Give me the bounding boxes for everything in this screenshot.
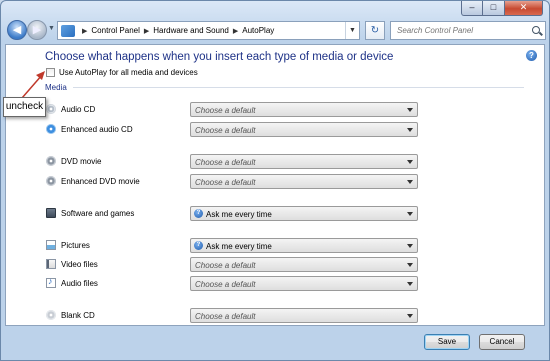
chevron-down-icon xyxy=(407,160,413,164)
cancel-button[interactable]: Cancel xyxy=(479,334,525,350)
question-icon: ? xyxy=(194,209,203,218)
enhanced-audio-cd-dropdown[interactable]: Choose a default xyxy=(190,122,418,137)
media-row-label: Enhanced DVD movie xyxy=(61,177,140,186)
chevron-down-icon xyxy=(407,314,413,318)
dropdown-value: Choose a default xyxy=(195,106,256,115)
media-row-video-files: Video files Choose a default xyxy=(46,257,426,273)
refresh-button[interactable]: ↻ xyxy=(365,21,385,40)
blank-cd-dropdown[interactable]: Choose a default xyxy=(190,308,418,323)
media-row-label: Blank CD xyxy=(61,311,95,320)
section-divider xyxy=(72,87,524,88)
dropdown-value: Choose a default xyxy=(195,312,256,321)
dropdown-value: Choose a default xyxy=(195,178,256,187)
question-icon: ? xyxy=(194,241,203,250)
audio-cd-icon xyxy=(46,104,56,114)
media-row-label: DVD movie xyxy=(61,157,102,166)
media-section-header: Media xyxy=(45,83,524,92)
pictures-icon xyxy=(46,240,56,250)
chevron-down-icon xyxy=(407,282,413,286)
back-button[interactable]: ◀ xyxy=(7,20,27,40)
chevron-right-icon[interactable]: ▶ xyxy=(233,27,238,35)
search-icon[interactable] xyxy=(532,26,540,34)
media-row-audio-cd: Audio CD Choose a default xyxy=(46,102,426,118)
dropdown-value: Choose a default xyxy=(195,158,256,167)
audio-files-icon xyxy=(46,276,56,288)
footer-bar: Save Cancel xyxy=(1,326,549,360)
media-row-audio-files: Audio files Choose a default xyxy=(46,276,426,292)
breadcrumb-control-panel[interactable]: Control Panel xyxy=(91,26,139,35)
media-row-dvd-movie: DVD movie Choose a default xyxy=(46,154,426,170)
search-box[interactable] xyxy=(390,21,546,40)
minimize-button[interactable]: – xyxy=(461,1,483,16)
dropdown-value: Ask me every time xyxy=(206,210,272,219)
media-row-software-games: Software and games ? Ask me every time xyxy=(46,206,426,222)
chevron-right-icon[interactable]: ▶ xyxy=(82,27,87,35)
caption-buttons: – □ ✕ xyxy=(461,1,543,16)
dvd-movie-dropdown[interactable]: Choose a default xyxy=(190,154,418,169)
media-row-pictures: Pictures ? Ask me every time xyxy=(46,238,426,254)
forward-button[interactable]: ▶ xyxy=(27,20,47,40)
dropdown-value: Ask me every time xyxy=(206,242,272,251)
dropdown-value: Choose a default xyxy=(195,280,256,289)
help-icon[interactable]: ? xyxy=(526,50,537,61)
save-button[interactable]: Save xyxy=(424,334,470,350)
close-button[interactable]: ✕ xyxy=(505,1,543,16)
address-box[interactable]: ▶ Control Panel ▶ Hardware and Sound ▶ A… xyxy=(57,21,360,40)
enhanced-dvd-dropdown[interactable]: Choose a default xyxy=(190,174,418,189)
control-panel-icon xyxy=(61,24,75,37)
search-input[interactable] xyxy=(391,26,521,35)
chevron-down-icon xyxy=(407,108,413,112)
autoplay-checkbox-row[interactable]: Use AutoPlay for all media and devices xyxy=(46,68,198,77)
media-row-enhanced-dvd: Enhanced DVD movie Choose a default xyxy=(46,174,426,190)
annotation-callout: uncheck xyxy=(3,97,46,117)
dropdown-value: Choose a default xyxy=(195,126,256,135)
autoplay-window: – □ ✕ ◀ ▶ ▼ ▶ Control Panel ▶ Hardware a… xyxy=(0,0,550,361)
autoplay-checkbox-label[interactable]: Use AutoPlay for all media and devices xyxy=(59,68,198,77)
software-games-dropdown[interactable]: ? Ask me every time xyxy=(190,206,418,221)
media-row-enhanced-audio-cd: Enhanced audio CD Choose a default xyxy=(46,122,426,138)
dvd-movie-icon xyxy=(46,156,56,166)
blank-cd-icon xyxy=(46,310,56,320)
address-bar-row: ◀ ▶ ▼ ▶ Control Panel ▶ Hardware and Sou… xyxy=(5,19,546,43)
media-row-label: Audio files xyxy=(61,279,98,288)
dropdown-value: Choose a default xyxy=(195,261,256,270)
chevron-down-icon xyxy=(407,244,413,248)
video-files-icon xyxy=(46,259,56,269)
media-row-label: Pictures xyxy=(61,241,90,250)
media-row-blank-cd: Blank CD Choose a default xyxy=(46,308,426,324)
chevron-down-icon xyxy=(407,212,413,216)
main-content: ? Choose what happens when you insert ea… xyxy=(5,44,545,326)
enhanced-audio-cd-icon xyxy=(46,124,56,134)
autoplay-checkbox[interactable] xyxy=(46,68,55,77)
maximize-button[interactable]: □ xyxy=(483,1,505,16)
chevron-down-icon xyxy=(407,263,413,267)
enhanced-dvd-icon xyxy=(46,176,56,186)
chevron-down-icon xyxy=(407,128,413,132)
breadcrumb-autoplay[interactable]: AutoPlay xyxy=(242,26,274,35)
chevron-down-icon xyxy=(407,180,413,184)
media-row-label: Video files xyxy=(61,260,98,269)
recent-pages-dropdown[interactable]: ▼ xyxy=(48,25,55,32)
refresh-icon: ↻ xyxy=(370,25,380,36)
media-row-label: Enhanced audio CD xyxy=(61,125,133,134)
section-title: Media xyxy=(45,83,67,92)
video-files-dropdown[interactable]: Choose a default xyxy=(190,257,418,272)
page-title: Choose what happens when you insert each… xyxy=(45,51,394,63)
software-games-icon xyxy=(46,208,56,218)
audio-files-dropdown[interactable]: Choose a default xyxy=(190,276,418,291)
audio-cd-dropdown[interactable]: Choose a default xyxy=(190,102,418,117)
chevron-right-icon[interactable]: ▶ xyxy=(144,27,149,35)
pictures-dropdown[interactable]: ? Ask me every time xyxy=(190,238,418,253)
media-row-label: Audio CD xyxy=(61,105,96,114)
breadcrumb-hardware-and-sound[interactable]: Hardware and Sound xyxy=(153,26,229,35)
address-dropdown-icon[interactable]: ▼ xyxy=(345,22,359,39)
media-row-label: Software and games xyxy=(61,209,135,218)
